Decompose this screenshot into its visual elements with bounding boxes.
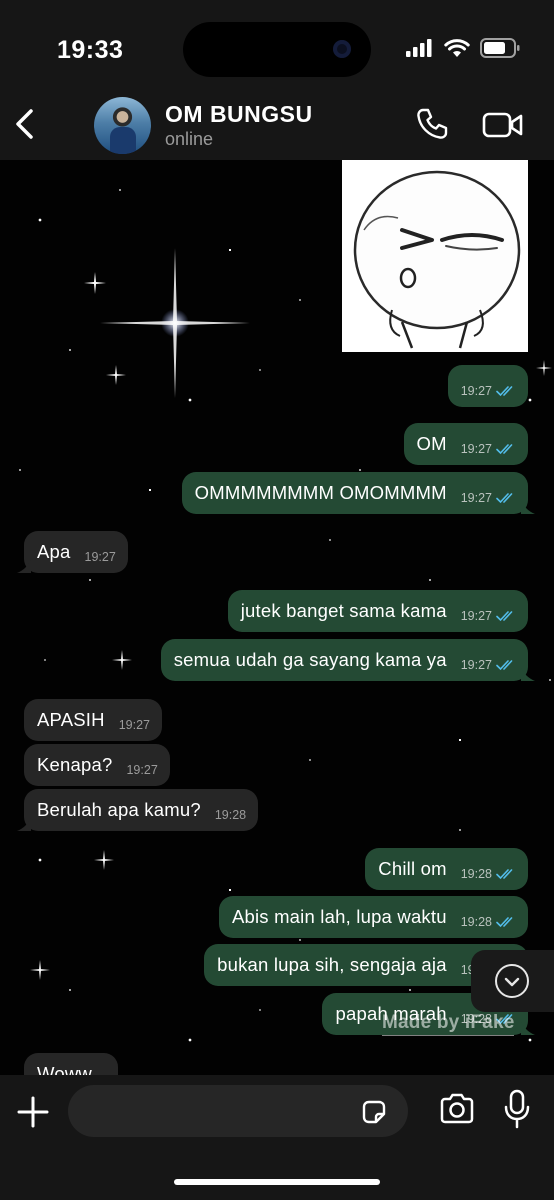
message-meta: 19:27	[85, 550, 116, 564]
status-time: 19:33	[57, 36, 124, 64]
bubble-tail	[17, 559, 31, 573]
message-text: Abis main lah, lupa waktu	[231, 906, 447, 927]
back-chevron-icon[interactable]	[10, 106, 40, 142]
read-receipt-icon	[496, 386, 513, 397]
message-time: 19:27	[460, 491, 492, 505]
message-meta: 19:27	[119, 718, 150, 732]
chevron-down-icon	[495, 964, 529, 998]
message-meta: 19:28	[215, 808, 246, 822]
wifi-icon	[444, 38, 470, 57]
message-bubble-out[interactable]: OM 19:27	[403, 423, 528, 465]
chat-area[interactable]: 19:27 OM 19:27 OMMMMMMMM OMOMMMM 19:27 A…	[0, 160, 554, 1075]
message-bubble-out[interactable]: Chill om 19:28	[365, 848, 528, 890]
message-time: 19:27	[460, 658, 492, 672]
message-row: Berulah apa kamu? 19:28	[0, 789, 554, 833]
message-time: 19:27	[460, 442, 492, 456]
message-time: 19:27	[460, 609, 492, 623]
message-time: 19:27	[126, 763, 158, 777]
message-text: Apa	[37, 541, 71, 562]
message-text: OM	[416, 433, 447, 454]
bubble-tail	[521, 500, 535, 514]
message-bubble-in[interactable]: Apa 19:27	[17, 531, 128, 573]
message-time: 19:28	[460, 867, 492, 881]
home-indicator[interactable]	[174, 1179, 380, 1185]
read-receipt-icon	[496, 444, 513, 455]
camera-icon[interactable]	[438, 1092, 476, 1126]
watermark-text: Made by iFake	[382, 1012, 515, 1036]
message-text: APASIH	[37, 709, 105, 730]
annoyed-face-sticker	[353, 170, 521, 349]
bubble-tail	[521, 667, 535, 681]
read-receipt-icon	[496, 493, 513, 504]
message-bubble-out[interactable]: Abis main lah, lupa waktu 19:28	[218, 896, 528, 938]
status-bar: 19:33	[0, 0, 554, 92]
message-time: 19:27	[118, 718, 150, 732]
message-row: Apa 19:27	[0, 531, 554, 575]
message-meta: 19:27	[461, 491, 516, 505]
message-row: OMMMMMMMM OMOMMMM 19:27	[0, 472, 554, 516]
message-text: Kenapa?	[37, 754, 113, 775]
battery-icon	[480, 38, 520, 58]
front-camera-dot	[333, 40, 351, 58]
cellular-signal-icon	[406, 39, 432, 57]
message-meta: 19:27	[461, 658, 516, 672]
message-input[interactable]	[68, 1085, 408, 1137]
message-text: OMMMMMMMM OMOMMMM	[194, 482, 447, 503]
message-bubble-in[interactable]: APASIH 19:27	[24, 699, 162, 741]
sticker-icon[interactable]	[360, 1098, 388, 1126]
message-row: Woww	[0, 1053, 554, 1075]
message-row: semua udah ga sayang kama ya 19:27	[0, 639, 554, 683]
read-receipt-icon	[496, 869, 513, 880]
message-bubble-out[interactable]: OMMMMMMMM OMOMMMM 19:27	[181, 472, 535, 514]
message-bubble-in[interactable]: Woww	[24, 1053, 118, 1075]
message-bubble-in[interactable]: Berulah apa kamu? 19:28	[17, 789, 259, 831]
message-row: Chill om 19:28	[0, 848, 554, 892]
message-text: Berulah apa kamu?	[37, 799, 201, 820]
message-meta: 19:27	[126, 763, 157, 777]
message-bubble-in[interactable]: Kenapa? 19:27	[24, 744, 170, 786]
contact-status: online	[165, 129, 214, 149]
message-bubble-out[interactable]: 19:27	[447, 365, 528, 407]
sticker-image[interactable]	[342, 160, 528, 352]
read-receipt-icon	[496, 611, 513, 622]
message-text: jutek banget sama kama	[240, 600, 447, 621]
video-call-icon[interactable]	[482, 110, 524, 140]
message-text: bukan lupa sih, sengaja aja	[217, 954, 447, 975]
message-time: 19:27	[460, 384, 492, 398]
message-meta: 19:27	[461, 609, 516, 623]
message-text: Chill om	[378, 858, 447, 879]
scroll-to-bottom-button[interactable]	[471, 950, 554, 1012]
message-text: Woww	[37, 1063, 92, 1075]
message-bubble-out[interactable]: semua udah ga sayang kama ya 19:27	[160, 639, 535, 681]
message-row: Kenapa? 19:27	[0, 744, 554, 788]
message-text: semua udah ga sayang kama ya	[173, 649, 447, 670]
message-time: 19:27	[84, 550, 116, 564]
message-bubble-out[interactable]: jutek banget sama kama 19:27	[227, 590, 528, 632]
message-meta: 19:28	[461, 915, 516, 929]
message-row: APASIH 19:27	[0, 699, 554, 743]
message-row: 19:27	[0, 365, 554, 409]
microphone-icon[interactable]	[504, 1089, 530, 1129]
message-row: OM 19:27	[0, 423, 554, 467]
contact-avatar[interactable]	[94, 97, 151, 154]
read-receipt-icon	[496, 917, 513, 928]
dynamic-island	[183, 22, 371, 77]
message-meta: 19:27	[461, 442, 516, 456]
read-receipt-icon	[496, 660, 513, 671]
message-meta: 19:27	[461, 384, 516, 398]
composer-bar	[0, 1075, 554, 1200]
phone-icon[interactable]	[414, 106, 450, 142]
message-row: Abis main lah, lupa waktu 19:28	[0, 896, 554, 940]
bubble-tail	[521, 1021, 535, 1035]
status-icons	[406, 38, 520, 58]
contact-name[interactable]: OM BUNGSU	[165, 101, 313, 128]
message-meta: 19:28	[461, 867, 516, 881]
sparkle-star-decoration	[84, 272, 106, 294]
chat-header: OM BUNGSU online	[0, 92, 554, 160]
message-time: 19:28	[214, 808, 247, 822]
message-time: 19:28	[460, 915, 492, 929]
bubble-tail	[17, 817, 31, 831]
message-row: jutek banget sama kama 19:27	[0, 590, 554, 634]
plus-icon[interactable]	[16, 1095, 50, 1129]
